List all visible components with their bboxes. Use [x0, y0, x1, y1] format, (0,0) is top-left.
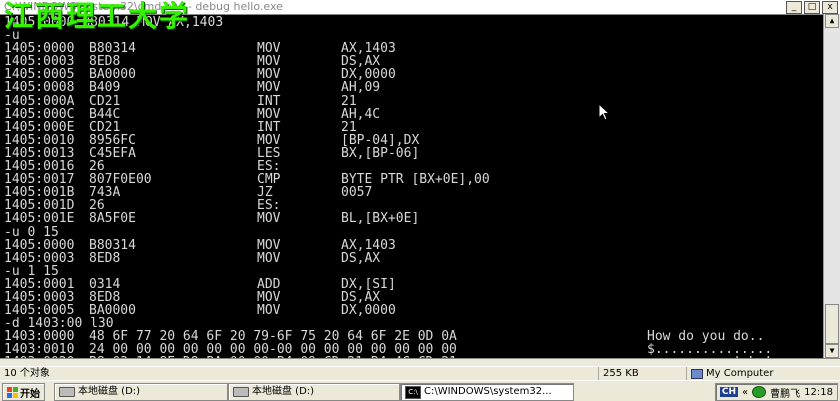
dump-bytes: B8 03 14 8E D8 BA 00 00-B4 09 CD 21 B4 4…	[89, 356, 647, 358]
instruction-mnemonic: MOV	[257, 250, 281, 266]
start-button[interactable]: 开始	[2, 383, 45, 401]
instruction-operands: DX,0000	[341, 303, 396, 319]
instruction-mnemonic: INT	[257, 93, 281, 109]
close-button[interactable]: x	[822, 1, 838, 14]
instruction-bytes: B409	[89, 80, 121, 96]
instruction-address: 1405:001E	[4, 211, 75, 227]
task-cmd[interactable]: C:\ C:\WINDOWS\system32...	[400, 383, 574, 401]
disassembly-line: 1405:001E 8A5F0E MOV BL,[BX+0E]	[4, 212, 772, 225]
instruction-address: 1405:0003	[4, 250, 75, 266]
instruction-mnemonic: MOV	[257, 211, 281, 227]
instruction-bytes: B44C	[89, 106, 121, 122]
vertical-scrollbar[interactable]: ▲ ▼	[823, 14, 840, 358]
instruction-mnemonic: ADD	[257, 276, 281, 292]
clock: 12:18	[804, 386, 833, 398]
scroll-down-arrow-icon[interactable]: ▼	[825, 344, 839, 358]
status-object-count: 10 个对象	[4, 368, 50, 379]
instruction-bytes: B80314	[89, 237, 136, 253]
instruction-operands: BX,[BP-06]	[341, 145, 420, 161]
explorer-statusbar: 10 个对象 255 KB My Computer	[0, 366, 840, 381]
instruction-operands: AH,4C	[341, 106, 381, 122]
disassembly-line: 1405:0008 B409 MOV AH,09	[4, 81, 772, 94]
disassembly-line: 1405:0001 0314 ADD DX,[SI]	[4, 278, 772, 291]
drive-icon	[59, 387, 75, 397]
dump-ascii: ...........!.L.!	[647, 356, 772, 358]
disassembly-line: 1405:0003 8ED8 MOV DS,AX	[4, 252, 772, 265]
task-local-disk-2[interactable]: 本地磁盘 (D:)	[228, 383, 400, 401]
instruction-operands: 21	[341, 93, 357, 109]
system-tray: CH « 曹鹏飞 12:18	[714, 383, 838, 401]
volume-icon[interactable]	[752, 386, 767, 398]
maximize-button[interactable]: □	[804, 1, 820, 14]
status-location-label: My Computer	[706, 368, 774, 379]
status-size: 255 KB	[598, 367, 683, 381]
debug-command-line: -u 0 15	[4, 224, 772, 240]
instruction-operands: [BP-04],DX	[341, 132, 420, 148]
taskbar: 开始 本地磁盘 (D:) 本地磁盘 (D:) C:\ C:\WINDOWS\sy…	[0, 380, 840, 401]
disassembly-line: 1405:000A CD21 INT 21	[4, 93, 772, 109]
mouse-pointer-icon	[598, 103, 610, 121]
disassembly-line: 1405:000E CD21 INT 21	[4, 121, 772, 134]
instruction-operands: BL,[BX+0E]	[341, 211, 420, 227]
instruction-bytes: CD21	[89, 93, 121, 109]
instruction-mnemonic: MOV	[257, 80, 281, 96]
computer-icon	[691, 369, 703, 379]
instruction-mnemonic: MOV	[257, 106, 281, 122]
status-location: My Computer	[686, 367, 840, 381]
instruction-mnemonic: INT	[257, 119, 281, 135]
instruction-operands: 0057	[341, 185, 373, 201]
tray-user-name: 曹鹏飞	[770, 388, 801, 400]
instruction-bytes: 0314	[89, 276, 121, 292]
instruction-operands: DS,AX	[341, 250, 381, 266]
instruction-mnemonic: MOV	[257, 303, 281, 319]
instruction-bytes: BA0000	[89, 303, 136, 319]
instruction-address: 1405:0010	[4, 132, 75, 148]
disassembly-line: 1405:0013 C45EFA LES BX,[BP-06]	[4, 147, 772, 160]
instruction-address: 1405:0001	[4, 276, 75, 292]
command-text: -u 0 15	[4, 224, 59, 240]
input-language-indicator[interactable]: CH	[719, 387, 739, 397]
memory-dump-line: 1403:0020B8 03 14 8E D8 BA 00 00-B4 09 C…	[4, 356, 772, 358]
instruction-operands: AH,09	[341, 80, 381, 96]
instruction-operands: DX,[SI]	[341, 276, 396, 292]
instruction-bytes: 743A	[89, 185, 121, 201]
task-local-disk-1[interactable]: 本地磁盘 (D:)	[54, 383, 228, 401]
console-window[interactable]: C:\WINDOWS\system32\cmd.exe - debug hell…	[0, 0, 840, 358]
command-text: -u 1 15	[4, 263, 59, 279]
instruction-bytes: C45EFA	[89, 145, 136, 161]
scroll-thumb[interactable]	[825, 304, 839, 344]
task-label: C:\WINDOWS\system32...	[424, 386, 552, 397]
tray-expand-icon[interactable]: «	[742, 387, 748, 398]
instruction-address: 1405:000E	[4, 119, 75, 135]
disassembly-line: 1405:001B 743A JZ 0057	[4, 186, 772, 199]
instruction-bytes: 8A5F0E	[89, 211, 136, 227]
instruction-mnemonic: MOV	[257, 237, 281, 253]
minimize-button[interactable]: _	[786, 1, 802, 14]
instruction-address: 1405:000C	[4, 106, 75, 122]
start-label: 开始	[20, 388, 40, 400]
console-output[interactable]: 1405:0000 B80314 MOV AX,1403 -u 1405:0000 B…	[4, 16, 772, 358]
instruction-operands: AX,1403	[341, 237, 396, 253]
disassembly-line: 1405:0000 B80314 MOV AX,1403	[4, 237, 772, 253]
disassembly-line: 1405:0010 8956FC MOV [BP-04],DX	[4, 134, 772, 147]
instruction-operands: 21	[341, 119, 357, 135]
instruction-bytes: 8ED8	[89, 250, 121, 266]
watermark-overlay-text: 江西理工大学	[4, 0, 191, 33]
windows-flag-icon	[7, 386, 18, 398]
instruction-address: 1405:0000	[4, 237, 75, 253]
instruction-bytes: 8956FC	[89, 132, 136, 148]
instruction-mnemonic: MOV	[257, 132, 281, 148]
dump-address: 1403:0020	[4, 356, 89, 358]
disassembly-line: 1405:000C B44C MOV AH,4C	[4, 108, 772, 121]
task-label: 本地磁盘 (D:)	[78, 386, 141, 397]
task-label: 本地磁盘 (D:)	[252, 386, 315, 397]
instruction-address: 1405:000A	[4, 93, 75, 109]
disassembly-line: 1405:0005 BA0000 MOV DX,0000	[4, 304, 772, 317]
debug-command-line: -u 1 15	[4, 265, 772, 278]
scroll-up-arrow-icon[interactable]: ▲	[825, 14, 839, 28]
command-prompt-icon: C:\	[405, 385, 421, 399]
drive-icon	[233, 387, 249, 397]
instruction-bytes: CD21	[89, 119, 121, 135]
instruction-address: 1405:0008	[4, 80, 75, 96]
